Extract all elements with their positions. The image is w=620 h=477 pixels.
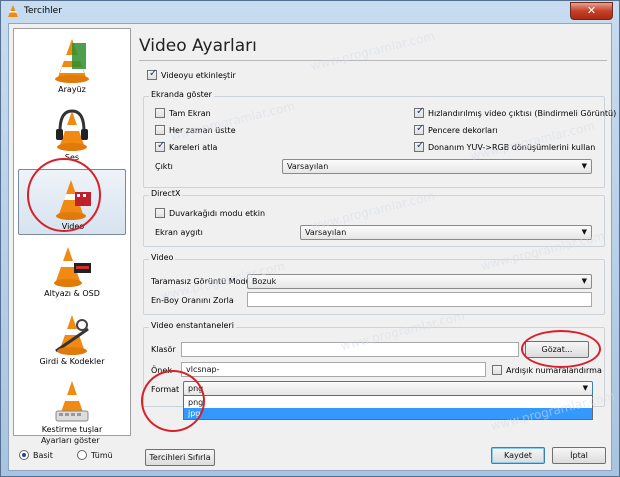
category-sidebar: Arayüz Ses Video Altyazı & OSD Girdi & K…	[13, 28, 131, 436]
skip-frames-label: Kareleri atla	[169, 143, 218, 152]
dropdown-arrow-icon: ▼	[581, 162, 587, 170]
headphones-cone-icon	[56, 109, 88, 151]
vlc-cone-icon	[8, 5, 18, 17]
prefix-input[interactable]: vlcsnap-	[181, 362, 486, 377]
sidebar-item-label: Altyazı & OSD	[44, 289, 100, 298]
subtitle-cone-icon	[54, 247, 91, 287]
cancel-button[interactable]: İptal	[552, 447, 606, 464]
sidebar-item-interface[interactable]: Arayüz	[18, 33, 126, 99]
annotation-circle-format	[141, 370, 205, 432]
codec-cone-icon	[55, 315, 89, 355]
format-select[interactable]: png ▼	[183, 381, 593, 396]
sidebar-item-label: Arayüz	[58, 85, 86, 94]
accelerated-output-label: Hızlandırılmış video çıktısı (Bindirmeli…	[428, 109, 617, 118]
window-decorations-checkbox[interactable]	[414, 123, 424, 135]
close-button[interactable]: ✕	[570, 2, 613, 20]
radio-simple[interactable]	[19, 450, 29, 460]
window-title: Tercihler	[24, 6, 62, 16]
annotation-circle-browse	[521, 330, 601, 368]
always-on-top-checkbox[interactable]	[155, 125, 165, 135]
accelerated-output-checkbox[interactable]	[414, 106, 424, 118]
sidebar-item-subtitles-osd[interactable]: Altyazı & OSD	[18, 237, 126, 303]
radio-all-label: Tümü	[91, 451, 113, 460]
sidebar-item-audio[interactable]: Ses	[18, 101, 126, 167]
keyboard-cone-icon	[55, 381, 89, 422]
skip-frames-checkbox[interactable]	[155, 140, 165, 152]
sidebar-item-input-codecs[interactable]: Girdi & Kodekler	[18, 305, 126, 371]
annotation-circle-video	[27, 158, 101, 232]
fullscreen-checkbox[interactable]	[155, 108, 165, 118]
hw-yuv-rgb-checkbox[interactable]	[414, 140, 424, 152]
radio-all[interactable]	[77, 450, 87, 460]
window-decorations-label: Pencere dekorları	[428, 126, 498, 135]
dropdown-arrow-icon: ▼	[581, 277, 587, 285]
sidebar-item-label: Kestirme tuşlar	[41, 425, 103, 434]
radio-simple-label: Basit	[33, 451, 53, 460]
sequential-numbering-checkbox[interactable]	[492, 365, 502, 375]
video-group-title: Video	[149, 253, 176, 262]
sidebar-item-label: Girdi & Kodekler	[39, 357, 105, 366]
watermark: www.programlar.com	[309, 28, 437, 74]
output-value: Varsayılan	[287, 162, 329, 171]
title-divider	[139, 60, 607, 61]
snapshots-group-title: Video enstantaneleri	[149, 321, 236, 330]
display-device-label: Ekran aygıtı	[155, 228, 203, 237]
vlc-cone-icon	[55, 39, 89, 83]
save-button[interactable]: Kaydet	[491, 447, 545, 464]
enable-video-label: Videoyu etkinleştir	[161, 71, 236, 80]
fullscreen-label: Tam Ekran	[169, 109, 211, 118]
sidebar-item-hotkeys[interactable]: Kestirme tuşlar	[18, 373, 126, 439]
display-group-title: Ekranda göster	[149, 90, 214, 99]
enable-video-checkbox[interactable]	[147, 68, 157, 80]
directx-group-title: DirectX	[149, 189, 183, 198]
dialog-body: Arayüz Ses Video Altyazı & OSD Girdi & K…	[8, 23, 616, 471]
title-bar[interactable]: Tercihler ✕	[1, 1, 619, 23]
display-device-select[interactable]: Varsayılan ▼	[300, 225, 592, 240]
show-settings-title: Ayarları göster	[41, 436, 100, 445]
format-option-png[interactable]: png	[184, 397, 592, 408]
preferences-window: Tercihler ✕ Arayüz Ses Video Altyazı & O…	[0, 0, 620, 477]
page-title: Video Ayarları	[139, 36, 257, 56]
deinterlace-mode-select[interactable]: Bozuk ▼	[247, 274, 592, 289]
output-label: Çıktı	[155, 162, 173, 171]
reset-preferences-button[interactable]: Tercihleri Sıfırla	[145, 449, 215, 466]
folder-label: Klasör	[151, 345, 176, 354]
wallpaper-mode-label: Duvarkağıdı modu etkin	[169, 209, 266, 218]
wallpaper-mode-checkbox[interactable]	[155, 208, 165, 218]
output-select[interactable]: Varsayılan ▼	[282, 159, 592, 174]
dropdown-arrow-icon: ▼	[582, 384, 588, 392]
aspect-ratio-input[interactable]	[247, 292, 592, 307]
show-settings-group: Ayarları göster Basit Tümü	[13, 436, 131, 468]
